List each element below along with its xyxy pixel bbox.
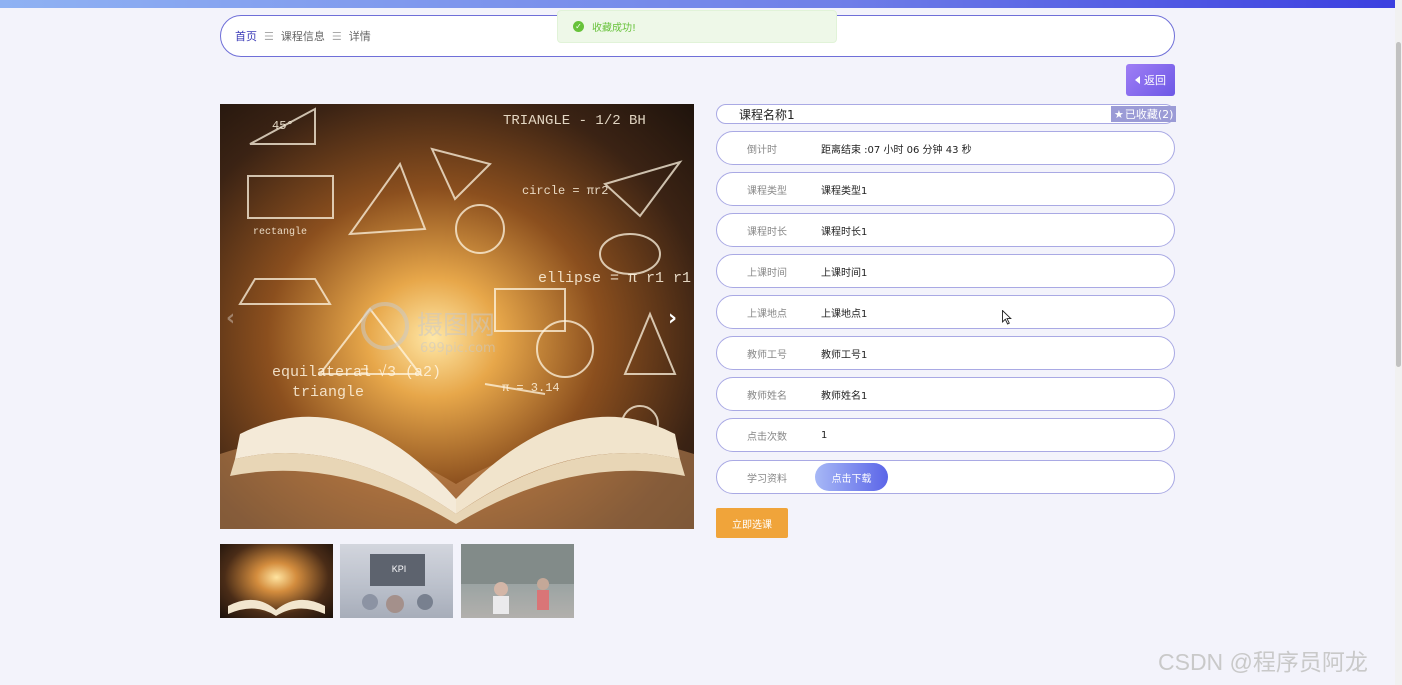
breadcrumb-home[interactable]: 首页 xyxy=(235,28,257,44)
info-label: 教师工号 xyxy=(747,349,787,361)
info-label: 上课时间 xyxy=(747,267,787,279)
scrollbar-thumb[interactable] xyxy=(1396,42,1401,367)
breadcrumb-course-info[interactable]: 课程信息 xyxy=(281,28,325,44)
favorite-label: 已收藏(2) xyxy=(1124,108,1174,121)
info-value: 上课时间1 xyxy=(821,267,868,279)
info-value: 课程时长1 xyxy=(821,226,868,238)
info-label: 上课地点 xyxy=(747,308,787,320)
course-main-image: TRIANGLE - 1/2 BH 45° circle = πr2 recta… xyxy=(220,104,694,529)
info-row-materials: 学习资料 点击下载 xyxy=(716,460,1175,494)
image-text: rectangle xyxy=(253,226,307,238)
image-watermark-url: 699pic.com xyxy=(420,341,496,356)
info-row-class-time: 上课时间 上课时间1 xyxy=(716,254,1175,288)
info-label: 教师姓名 xyxy=(747,390,787,402)
course-title-bar: 课程名称1 xyxy=(716,104,1175,124)
download-button[interactable]: 点击下载 xyxy=(815,463,888,491)
info-row-teacher-name: 教师姓名 教师姓名1 xyxy=(716,377,1175,411)
top-banner xyxy=(0,0,1396,8)
info-row-countdown: 倒计时 距离结束 :07 小时 06 分钟 43 秒 xyxy=(716,131,1175,165)
breadcrumb-separator: ☰ xyxy=(331,29,342,43)
info-row-course-type: 课程类型 课程类型1 xyxy=(716,172,1175,206)
info-row-click-count: 点击次数 1 xyxy=(716,418,1175,452)
info-value: 教师姓名1 xyxy=(821,390,868,402)
info-row-teacher-id: 教师工号 教师工号1 xyxy=(716,336,1175,370)
info-label: 课程类型 xyxy=(747,185,787,197)
info-value: 距离结束 :07 小时 06 分钟 43 秒 xyxy=(821,144,972,156)
book-thumbnail-art xyxy=(228,599,325,616)
carousel-thumbnail[interactable] xyxy=(461,544,574,618)
image-text: π = 3.14 xyxy=(502,381,560,395)
classroom-thumbnail-art: KPI xyxy=(362,554,433,613)
info-label: 学习资料 xyxy=(747,473,787,485)
info-value: 上课地点1 xyxy=(821,308,868,320)
image-text: equilateral xyxy=(272,364,371,381)
image-text: = √3 (a2) xyxy=(360,363,441,381)
carousel-thumbnail[interactable] xyxy=(220,544,333,618)
breadcrumb-separator: ☰ xyxy=(264,29,274,43)
image-text: ellipse = π r1 r1 xyxy=(538,270,691,287)
image-text: TRIANGLE - 1/2 BH xyxy=(503,113,646,129)
image-watermark: 摄图网 xyxy=(417,311,495,341)
page-scrollbar[interactable] xyxy=(1395,0,1402,685)
caret-left-icon xyxy=(1135,76,1140,84)
carousel-next-button[interactable]: › xyxy=(668,306,688,332)
info-value: 1 xyxy=(821,429,828,441)
info-value: 课程类型1 xyxy=(821,185,868,197)
success-toast: ✓ 收藏成功! xyxy=(557,10,837,43)
mouse-cursor-icon xyxy=(1002,310,1012,325)
carousel-thumbnail[interactable]: KPI xyxy=(340,544,453,618)
image-text: circle = πr2 xyxy=(522,184,608,198)
svg-text:KPI: KPI xyxy=(392,564,407,574)
info-row-duration: 课程时长 课程时长1 xyxy=(716,213,1175,247)
enroll-button[interactable]: 立即选课 xyxy=(716,508,788,538)
info-value: 教师工号1 xyxy=(821,349,868,361)
image-text: triangle xyxy=(292,384,364,401)
info-row-location: 上课地点 上课地点1 xyxy=(716,295,1175,329)
image-text: 45° xyxy=(272,119,294,133)
carousel-prev-button[interactable]: ‹ xyxy=(226,306,246,332)
lecture-thumbnail-art xyxy=(461,544,574,614)
star-icon: ★ xyxy=(1114,107,1124,121)
csdn-watermark: CSDN @程序员阿龙 xyxy=(1158,649,1368,675)
info-label: 倒计时 xyxy=(747,144,777,156)
course-name: 课程名称1 xyxy=(739,107,795,122)
back-button[interactable]: 返回 xyxy=(1126,64,1175,96)
check-circle-icon: ✓ xyxy=(573,21,584,32)
toast-message: 收藏成功! xyxy=(592,23,637,34)
breadcrumb-detail: 详情 xyxy=(348,30,371,43)
back-button-label: 返回 xyxy=(1144,74,1166,87)
chalkboard-illustration: TRIANGLE - 1/2 BH 45° circle = πr2 recta… xyxy=(220,107,694,529)
favorite-button[interactable]: ★ 已收藏(2) xyxy=(1111,106,1177,122)
info-label: 课程时长 xyxy=(747,226,787,238)
info-label: 点击次数 xyxy=(747,431,787,443)
